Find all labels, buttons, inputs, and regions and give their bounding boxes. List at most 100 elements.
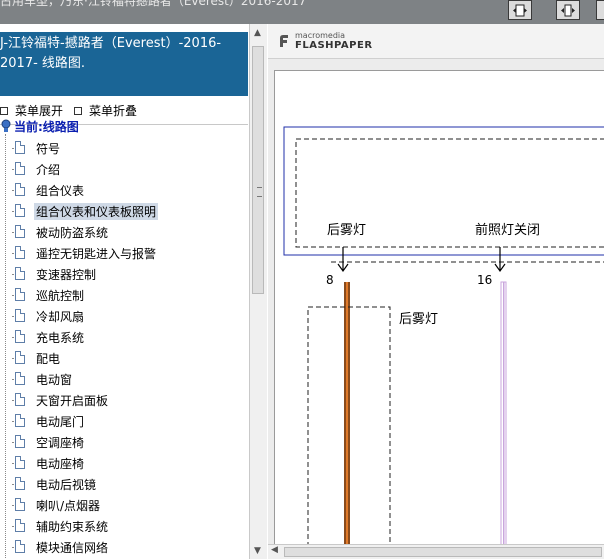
collapse-menu-button[interactable]: 菜单折叠	[74, 102, 137, 119]
square-icon	[0, 106, 8, 115]
tree-item-label: 巡航控制	[36, 289, 85, 303]
tree-root[interactable]: 当前:线路图	[0, 116, 79, 136]
connector-arrow-left	[337, 247, 349, 273]
tree-item[interactable]: 介绍	[0, 159, 248, 180]
grip-icon	[257, 187, 262, 197]
tree-item[interactable]: 天窗开启面板	[0, 390, 248, 411]
tree-item-label: 电动窗	[36, 373, 73, 387]
tree-item-label: 变速器控制	[36, 268, 97, 282]
tree-item-label: 模块通信网络	[36, 541, 109, 555]
document-icon	[15, 456, 25, 469]
tree-item[interactable]: 电动尾门	[0, 411, 248, 432]
tree-item[interactable]: 电动窗	[0, 369, 248, 390]
connector-arrow-right	[494, 247, 506, 273]
tree-item[interactable]: 充电系统	[0, 327, 248, 348]
pin-right: 16	[477, 273, 492, 287]
left-panel-scrollbar[interactable]: ▲ ▼	[249, 24, 267, 559]
tree-item-label: 电动后视镜	[36, 478, 97, 492]
tree-item-label: 辅助约束系统	[36, 520, 109, 534]
document-icon	[15, 372, 25, 385]
label-rear-fog: 后雾灯	[327, 223, 366, 238]
label-rear-fog-lamp: 后雾灯	[399, 312, 438, 327]
document-icon	[15, 267, 25, 280]
document-icon	[15, 225, 25, 238]
scroll-down-icon[interactable]: ▼	[254, 546, 261, 556]
label-headlamp-off: 前照灯关闭	[475, 222, 540, 238]
tree-item[interactable]: 模块通信网络	[0, 537, 248, 558]
tree-item[interactable]: 电动后视镜	[0, 474, 248, 495]
document-icon	[15, 246, 25, 259]
tree-item-label: 电动座椅	[36, 457, 85, 471]
scroll-thumb[interactable]	[252, 46, 264, 294]
header-line-2: 2017- 线路图.	[0, 56, 86, 71]
tree-item-label: 电动尾门	[36, 415, 85, 429]
window-title: 占用车型，乃东·江铃福特撼路者（Everest）2016-2017	[0, 0, 307, 8]
wire-orange-stripe	[346, 282, 348, 559]
tree-item-label: 组合仪表	[36, 184, 85, 198]
flashpaper-logo: macromedia FLASHPAPER	[277, 31, 373, 51]
folder-icon	[1, 119, 11, 132]
collapse-menu-label: 菜单折叠	[89, 104, 138, 118]
tree-item[interactable]: 空调座椅	[0, 432, 248, 453]
fit-page-button[interactable]	[508, 0, 532, 20]
next-view-button[interactable]	[596, 0, 604, 20]
wire-violet-stripe	[503, 282, 505, 559]
tree-item-label: 天窗开启面板	[36, 394, 109, 408]
tree-item-label: 被动防盗系统	[36, 226, 109, 240]
tree-item-label: 符号	[36, 142, 61, 156]
document-icon	[15, 183, 25, 196]
tree-item-label: 组合仪表和仪表板照明	[34, 203, 159, 220]
document-icon	[15, 288, 25, 301]
fit-width-icon	[561, 4, 575, 17]
tree-item[interactable]: 变速器控制	[0, 264, 248, 285]
tree-item[interactable]: 被动防盗系统	[0, 222, 248, 243]
document-icon	[15, 162, 25, 175]
document-icon	[15, 498, 25, 511]
tree-root-label: 当前:线路图	[14, 119, 79, 134]
tree-item[interactable]: 配电	[0, 348, 248, 369]
document-icon	[15, 393, 25, 406]
scroll-up-icon[interactable]: ▲	[254, 28, 261, 38]
tree-item[interactable]: 辅助约束系统	[0, 516, 248, 537]
document-icon	[15, 477, 25, 490]
flashpaper-logo-icon	[280, 35, 288, 47]
navigation-panel: J-江铃福特-撼路者（Everest）-2016- 2017- 线路图. 菜单展…	[0, 24, 267, 559]
tree-item-label: 遥控无钥匙进入与报警	[36, 247, 157, 261]
document-icon	[15, 435, 25, 448]
horizontal-scrollbar[interactable]: ◀	[268, 544, 604, 559]
square-icon	[74, 106, 82, 115]
document-icon	[15, 330, 25, 343]
document-title-header: J-江铃福特-撼路者（Everest）-2016- 2017- 线路图.	[0, 32, 248, 96]
header-line-1: J-江铃福特-撼路者（Everest）-2016-	[0, 36, 222, 51]
document-icon	[15, 540, 25, 553]
tree-item-label: 空调座椅	[36, 436, 85, 450]
tree-item-label: 喇叭/点烟器	[36, 499, 101, 513]
wiring-diagram: 后雾灯 前照灯关闭 8 16 2 后雾灯 7 E 3 T	[283, 126, 604, 559]
pin-left: 8	[326, 273, 334, 287]
document-viewer: macromedia FLASHPAPER 后雾灯 前照灯关闭 8 16 2	[268, 24, 604, 559]
document-icon	[15, 414, 25, 427]
document-icon	[15, 204, 25, 217]
document-icon	[15, 141, 25, 154]
tree-item[interactable]: 遥控无钥匙进入与报警	[0, 243, 248, 264]
diagram-page[interactable]: 后雾灯 前照灯关闭 8 16 2 后雾灯 7 E 3 T	[274, 70, 604, 559]
document-icon	[15, 351, 25, 364]
title-bar: 占用车型，乃东·江铃福特撼路者（Everest）2016-2017	[0, 0, 604, 24]
tree-item-label: 配电	[36, 352, 61, 366]
tree-item[interactable]: 喇叭/点烟器	[0, 495, 248, 516]
tree-item-label: 介绍	[36, 163, 61, 177]
document-icon	[15, 309, 25, 322]
horizontal-scroll-thumb[interactable]	[284, 547, 602, 557]
tree-item-label: 冷却风扇	[36, 310, 85, 324]
tree-item[interactable]: 组合仪表	[0, 180, 248, 201]
scroll-left-icon[interactable]: ◀	[271, 545, 278, 555]
tree-item[interactable]: 冷却风扇	[0, 306, 248, 327]
tree-item-label: 充电系统	[36, 331, 85, 345]
fit-width-button[interactable]	[556, 0, 580, 20]
fit-page-icon	[513, 4, 527, 17]
document-icon	[15, 519, 25, 532]
tree-item[interactable]: 巡航控制	[0, 285, 248, 306]
tree-item[interactable]: 组合仪表和仪表板照明	[0, 201, 248, 222]
tree-item[interactable]: 符号	[0, 138, 248, 159]
tree-item[interactable]: 电动座椅	[0, 453, 248, 474]
